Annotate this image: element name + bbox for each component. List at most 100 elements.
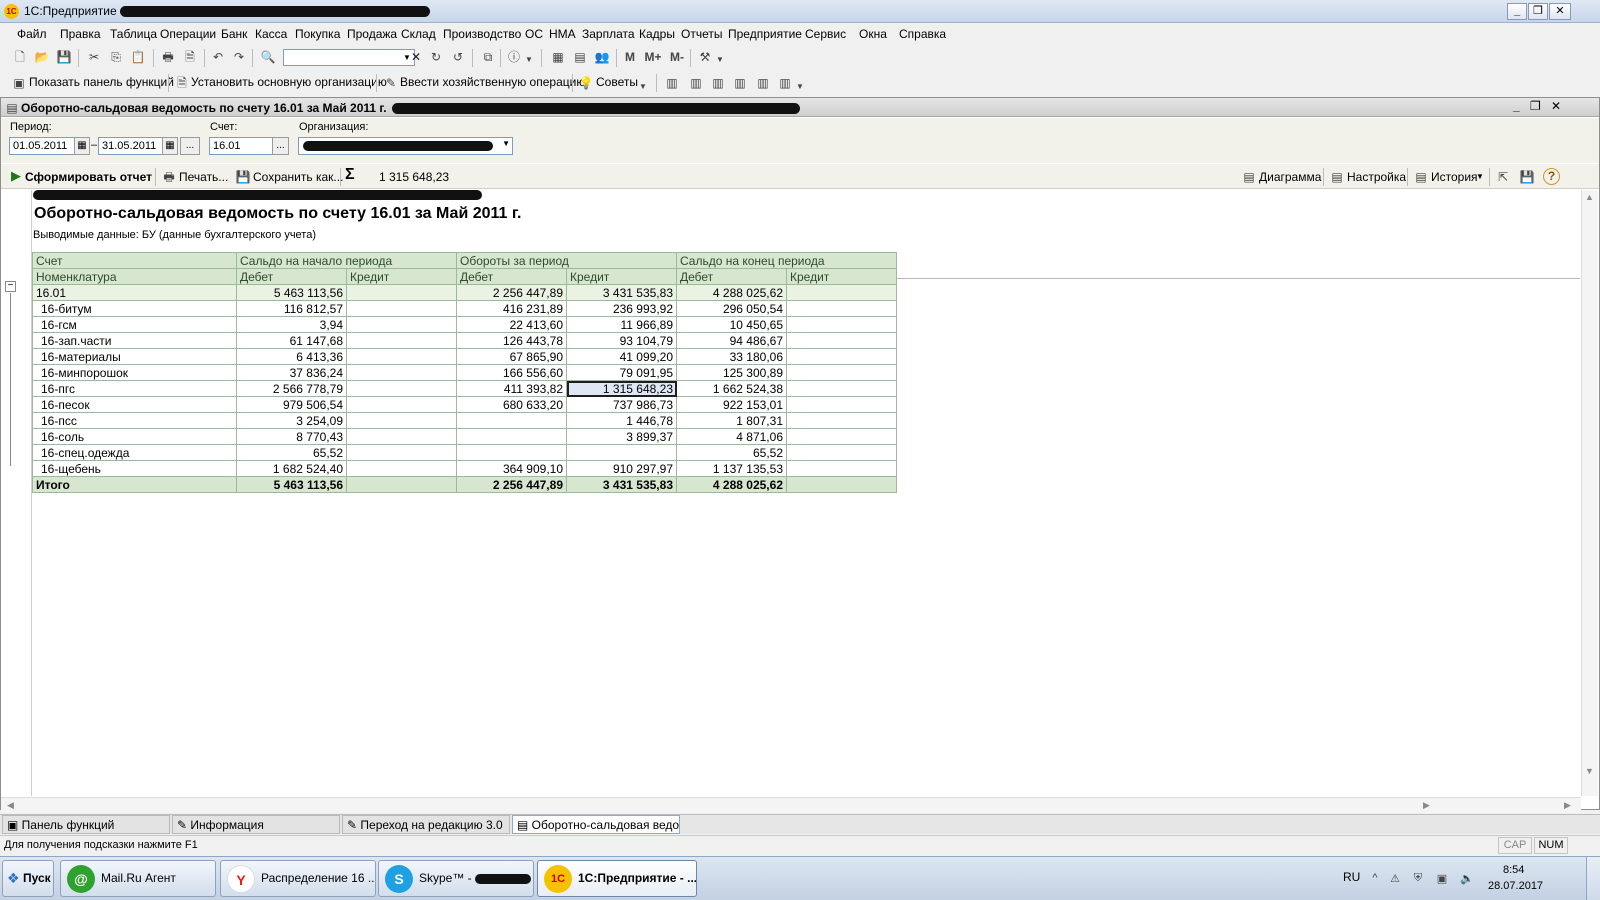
dropdown-arrow-icon[interactable]: ▼ xyxy=(1476,172,1484,181)
table-cell[interactable]: 93 104,79 xyxy=(566,332,677,349)
table-cell[interactable]: 94 486,67 xyxy=(676,332,787,349)
table-cell[interactable]: 16-зап.части xyxy=(32,332,237,349)
table-row[interactable]: 16-пгс 2 566 778,79 411 393,82 1 315 648,23… xyxy=(32,380,897,397)
table-cell[interactable] xyxy=(786,412,897,429)
table-row[interactable]: 16-минпорошок 37 836,24 166 556,60 79 091,9… xyxy=(32,364,897,381)
table-cell[interactable] xyxy=(456,412,567,429)
table-cell[interactable] xyxy=(786,332,897,349)
analysis-icon[interactable]: ▥ xyxy=(777,75,793,91)
table-cell[interactable]: 37 836,24 xyxy=(236,364,347,381)
table-cell[interactable]: 296 050,54 xyxy=(676,300,787,317)
table-cell[interactable]: 79 091,95 xyxy=(566,364,677,381)
table-cell[interactable]: 3 899,37 xyxy=(566,428,677,445)
dropdown-arrow-icon[interactable]: ▼ xyxy=(638,79,648,95)
table-cell[interactable] xyxy=(346,284,457,301)
table-cell[interactable]: 16-песок xyxy=(32,396,237,413)
table-cell[interactable]: 16-пгс xyxy=(32,380,237,397)
help-icon[interactable]: ? xyxy=(1543,168,1560,185)
organization-field[interactable]: ▼ xyxy=(298,137,513,155)
generate-report-button[interactable]: Сформировать отчет xyxy=(25,170,152,184)
tab-function-panel[interactable]: ▣ Панель функций xyxy=(2,815,170,834)
calendar-icon[interactable]: ▦ xyxy=(74,137,90,155)
table-cell[interactable] xyxy=(786,300,897,317)
table-cell[interactable] xyxy=(456,444,567,461)
memory-plus-icon[interactable]: M+ xyxy=(642,49,664,65)
table-cell[interactable] xyxy=(346,396,457,413)
save-icon[interactable]: 💾 xyxy=(56,49,72,65)
table-cell[interactable]: 3 431 535,83 xyxy=(566,476,677,493)
table-cell[interactable] xyxy=(786,380,897,397)
table-cell[interactable]: 3 254,09 xyxy=(236,412,347,429)
table-cell[interactable]: 8 770,43 xyxy=(236,428,347,445)
windows-icon[interactable]: ⧉ xyxy=(480,49,496,65)
redo-icon[interactable]: ↷ xyxy=(231,49,247,65)
table-cell[interactable]: 126 443,78 xyxy=(456,332,567,349)
table-cell[interactable]: 1 446,78 xyxy=(566,412,677,429)
table-cell[interactable] xyxy=(786,316,897,333)
table-cell[interactable]: 16-щебень xyxy=(32,460,237,477)
info-icon[interactable]: ⓘ xyxy=(506,49,522,65)
table-cell[interactable]: 4 288 025,62 xyxy=(676,476,787,493)
doc-restore-button[interactable]: ❐ xyxy=(1530,99,1541,113)
chart-button[interactable]: Диаграмма xyxy=(1259,170,1321,184)
menu-file[interactable]: Файл xyxy=(17,27,47,41)
table-cell[interactable]: 922 153,01 xyxy=(676,396,787,413)
scroll-right-icon[interactable]: ▶ xyxy=(1564,800,1571,811)
show-panel-button[interactable]: Показать панель функций xyxy=(29,75,174,89)
table-cell[interactable]: 1 807,31 xyxy=(676,412,787,429)
table-cell[interactable] xyxy=(346,476,457,493)
period-select-button[interactable]: ... xyxy=(180,137,200,155)
table-cell[interactable]: Итого xyxy=(32,476,237,493)
volume-icon[interactable]: 🔈 xyxy=(1460,872,1474,886)
table-cell[interactable]: 16-битум xyxy=(32,300,237,317)
dropdown-arrow-icon[interactable]: ▼ xyxy=(715,52,725,68)
dropdown-arrow-icon[interactable]: ▼ xyxy=(524,52,534,68)
menu-cash[interactable]: Касса xyxy=(255,27,287,41)
expand-icon[interactable]: ⇱ xyxy=(1495,169,1511,185)
table-cell[interactable]: 5 463 113,56 xyxy=(236,476,347,493)
vertical-scrollbar[interactable]: ▲ ▼ xyxy=(1581,190,1598,796)
search-input[interactable]: ▼ xyxy=(283,49,415,66)
table-cell[interactable] xyxy=(786,396,897,413)
table-cell[interactable]: 41 099,20 xyxy=(566,348,677,365)
table-cell[interactable]: 364 909,10 xyxy=(456,460,567,477)
table-cell[interactable]: 116 812,57 xyxy=(236,300,347,317)
restore-button[interactable]: ❐ xyxy=(1528,3,1548,20)
tab-upgrade[interactable]: ✎ Переход на редакцию 3.0 xyxy=(342,815,510,834)
menu-help[interactable]: Справка xyxy=(899,27,946,41)
table-cell[interactable] xyxy=(346,332,457,349)
table-cell[interactable]: 1 682 524,40 xyxy=(236,460,347,477)
collapse-group-icon[interactable]: − xyxy=(5,281,16,292)
table-cell[interactable]: 16-минпорошок xyxy=(32,364,237,381)
table-cell[interactable] xyxy=(346,380,457,397)
table-cell[interactable]: 737 986,73 xyxy=(566,396,677,413)
calculator-icon[interactable]: ▦ xyxy=(550,49,566,65)
register-icon[interactable]: ▥ xyxy=(755,75,771,91)
table-cell[interactable]: 6 413,36 xyxy=(236,348,347,365)
tips-button[interactable]: Советы xyxy=(596,75,638,89)
print-button[interactable]: Печать... xyxy=(179,170,228,184)
tab-information[interactable]: ✎ Информация xyxy=(172,815,340,834)
enter-operation-button[interactable]: Ввести хозяйственную операцию xyxy=(400,75,585,89)
undo-icon[interactable]: ↶ xyxy=(210,49,226,65)
table-cell[interactable]: 11 966,89 xyxy=(566,316,677,333)
table-cell[interactable] xyxy=(346,428,457,445)
clock-time[interactable]: 8:54 xyxy=(1503,864,1524,876)
menu-purchase[interactable]: Покупка xyxy=(295,27,340,41)
language-indicator[interactable]: RU xyxy=(1343,870,1360,884)
memory-icon[interactable]: M xyxy=(622,49,638,65)
table-cell[interactable] xyxy=(786,444,897,461)
table-row[interactable]: 16-спец.одежда 65,52 65,52 xyxy=(32,444,897,461)
table-cell[interactable] xyxy=(346,316,457,333)
menu-salary[interactable]: Зарплата xyxy=(582,27,635,41)
new-document-icon[interactable]: 🗋 xyxy=(12,49,28,65)
taskbar-mailru[interactable]: @ Mail.Ru Агент xyxy=(60,860,216,897)
table-cell[interactable]: 16-псс xyxy=(32,412,237,429)
group-row[interactable]: 16.01 5 463 113,56 2 256 447,89 3 431 53… xyxy=(32,284,897,301)
memory-minus-icon[interactable]: M- xyxy=(666,49,688,65)
menu-hr[interactable]: Кадры xyxy=(639,27,675,41)
menu-sale[interactable]: Продажа xyxy=(347,27,397,41)
journal-icon[interactable]: ▥ xyxy=(688,75,704,91)
total-row[interactable]: Итого 5 463 113,56 2 256 447,89 3 431 53… xyxy=(32,476,897,493)
table-cell[interactable]: 1 662 524,38 xyxy=(676,380,787,397)
